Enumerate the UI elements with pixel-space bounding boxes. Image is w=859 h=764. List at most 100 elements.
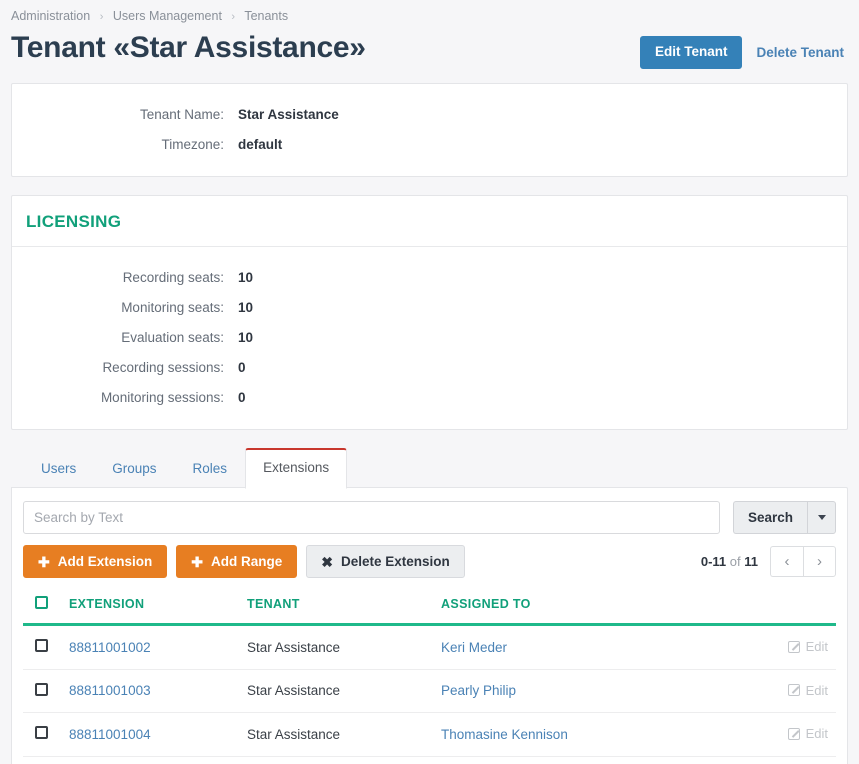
- evaluation-seats-value: 10: [238, 330, 254, 345]
- extension-link[interactable]: 88811001004: [69, 727, 151, 742]
- licensing-list: Recording seats: 10 Monitoring seats: 10…: [12, 247, 847, 429]
- page-title: Tenant «Star Assistance»: [11, 31, 366, 64]
- add-range-button[interactable]: ✚ Add Range: [176, 545, 298, 578]
- evaluation-seats-row: Evaluation seats: 10: [12, 323, 847, 353]
- breadcrumb-separator-icon: ›: [99, 11, 104, 23]
- cross-icon: ✖: [321, 553, 333, 570]
- edit-row-button[interactable]: Edit: [787, 726, 828, 741]
- assigned-to-link[interactable]: Keri Meder: [441, 640, 507, 655]
- cell-assigned-to: Pearly Philip: [441, 669, 750, 713]
- delete-extension-button[interactable]: ✖ Delete Extension: [306, 545, 465, 578]
- add-extension-button[interactable]: ✚ Add Extension: [23, 545, 168, 578]
- select-all-header: [23, 592, 69, 626]
- cell-actions: Edit: [750, 712, 836, 757]
- delete-tenant-button[interactable]: Delete Tenant: [752, 37, 848, 68]
- recording-sessions-value: 0: [238, 360, 246, 375]
- pencil-square-icon: [787, 727, 800, 740]
- pagination-prev-button[interactable]: ‹: [770, 546, 803, 577]
- extensions-table: EXTENSION TENANT ASSIGNED TO 88811001002…: [23, 592, 836, 757]
- extension-link[interactable]: 88811001002: [69, 640, 151, 655]
- breadcrumb-item-administration[interactable]: Administration: [11, 9, 90, 23]
- edit-label: Edit: [805, 682, 828, 698]
- row-checkbox[interactable]: [35, 639, 48, 653]
- monitoring-sessions-label: Monitoring sessions:: [100, 390, 224, 405]
- table-row: 88811001002 Star Assistance Keri Meder E…: [23, 624, 836, 670]
- edit-row-button[interactable]: Edit: [787, 639, 828, 654]
- select-all-checkbox[interactable]: [35, 596, 48, 609]
- tab-groups[interactable]: Groups: [94, 449, 174, 489]
- licensing-card: LICENSING Recording seats: 10 Monitoring…: [11, 195, 848, 430]
- search-input[interactable]: [23, 501, 720, 534]
- pagination-total: 11: [744, 554, 758, 569]
- plus-icon: ✚: [38, 553, 50, 570]
- pagination-count: 0-11 of 11: [701, 554, 758, 569]
- timezone-label: Timezone:: [161, 137, 224, 152]
- tenant-name-value: Star Assistance: [238, 107, 339, 122]
- assigned-to-link[interactable]: Pearly Philip: [441, 683, 516, 698]
- chevron-left-icon: ‹: [784, 553, 790, 570]
- table-head: EXTENSION TENANT ASSIGNED TO: [23, 592, 836, 626]
- cell-actions: Edit: [750, 624, 836, 670]
- cell-assigned-to: Keri Meder: [441, 624, 750, 670]
- header-actions: Edit Tenant Delete Tenant: [639, 27, 848, 69]
- monitoring-seats-row: Monitoring seats: 10: [12, 293, 847, 323]
- tenant-info-card: Tenant Name: Star Assistance Timezone: d…: [11, 83, 848, 177]
- extensions-panel: Search ✚ Add Extension ✚ Add Range ✖ Del…: [11, 487, 848, 764]
- licensing-card-header: LICENSING: [12, 196, 847, 247]
- row-select-cell: [23, 712, 69, 757]
- recording-seats-row: Recording seats: 10: [12, 263, 847, 293]
- toolbar-buttons: ✚ Add Extension ✚ Add Range ✖ Delete Ext…: [23, 545, 465, 578]
- pencil-square-icon: [787, 640, 800, 653]
- timezone-value: default: [238, 137, 283, 152]
- recording-sessions-label: Recording sessions:: [102, 360, 224, 375]
- evaluation-seats-label: Evaluation seats:: [121, 330, 224, 345]
- cell-extension: 88811001003: [69, 669, 247, 713]
- breadcrumb-separator-icon: ›: [231, 11, 236, 23]
- pencil-square-icon: [787, 684, 800, 696]
- search-button-group: Search: [732, 501, 836, 534]
- add-extension-label: Add Extension: [57, 554, 153, 569]
- column-header-tenant[interactable]: TENANT: [247, 592, 441, 626]
- pagination-range: 0-11: [700, 554, 727, 569]
- search-row: Search: [23, 501, 836, 534]
- tenant-name-row: Tenant Name: Star Assistance: [12, 100, 847, 130]
- row-select-cell: [23, 624, 69, 670]
- cell-tenant: Star Assistance: [247, 624, 441, 670]
- action-toolbar: ✚ Add Extension ✚ Add Range ✖ Delete Ext…: [23, 545, 836, 578]
- table-body: 88811001002 Star Assistance Keri Meder E…: [23, 624, 836, 757]
- monitoring-seats-value: 10: [238, 300, 254, 315]
- tab-roles[interactable]: Roles: [175, 449, 246, 489]
- edit-label: Edit: [805, 639, 828, 654]
- row-checkbox[interactable]: [35, 726, 48, 740]
- column-header-extension[interactable]: EXTENSION: [69, 592, 247, 626]
- breadcrumb-item-tenants[interactable]: Tenants: [244, 9, 288, 23]
- plus-icon: ✚: [191, 553, 203, 570]
- timezone-row: Timezone: default: [12, 130, 847, 160]
- tenant-name-label: Tenant Name:: [139, 107, 224, 122]
- recording-seats-label: Recording seats:: [122, 270, 224, 285]
- search-button[interactable]: Search: [732, 501, 807, 534]
- search-dropdown-toggle[interactable]: [807, 501, 836, 534]
- edit-tenant-button[interactable]: Edit Tenant: [639, 36, 743, 69]
- breadcrumb-item-users-management[interactable]: Users Management: [113, 9, 222, 23]
- pagination-of: of: [729, 554, 741, 569]
- cell-tenant: Star Assistance: [247, 712, 441, 757]
- table-row: 88811001003 Star Assistance Pearly Phili…: [23, 669, 836, 713]
- table-row: 88811001004 Star Assistance Thomasine Ke…: [23, 712, 836, 757]
- extension-link[interactable]: 88811001003: [69, 683, 151, 698]
- edit-row-button[interactable]: Edit: [787, 682, 828, 698]
- chevron-right-icon: ›: [817, 553, 822, 570]
- add-range-label: Add Range: [210, 554, 283, 569]
- monitoring-sessions-row: Monitoring sessions: 0: [12, 383, 847, 413]
- assigned-to-link[interactable]: Thomasine Kennison: [441, 727, 568, 742]
- tenant-info-list: Tenant Name: Star Assistance Timezone: d…: [12, 84, 847, 176]
- row-select-cell: [23, 669, 69, 713]
- recording-sessions-row: Recording sessions: 0: [12, 353, 847, 383]
- tab-extensions[interactable]: Extensions: [245, 448, 348, 489]
- tab-users[interactable]: Users: [23, 449, 94, 489]
- pagination-next-button[interactable]: ›: [803, 546, 836, 577]
- row-checkbox[interactable]: [35, 682, 48, 696]
- column-header-assigned-to[interactable]: ASSIGNED TO: [441, 592, 750, 626]
- page-root: Administration › Users Management › Tena…: [0, 0, 859, 764]
- monitoring-seats-label: Monitoring seats:: [121, 300, 224, 315]
